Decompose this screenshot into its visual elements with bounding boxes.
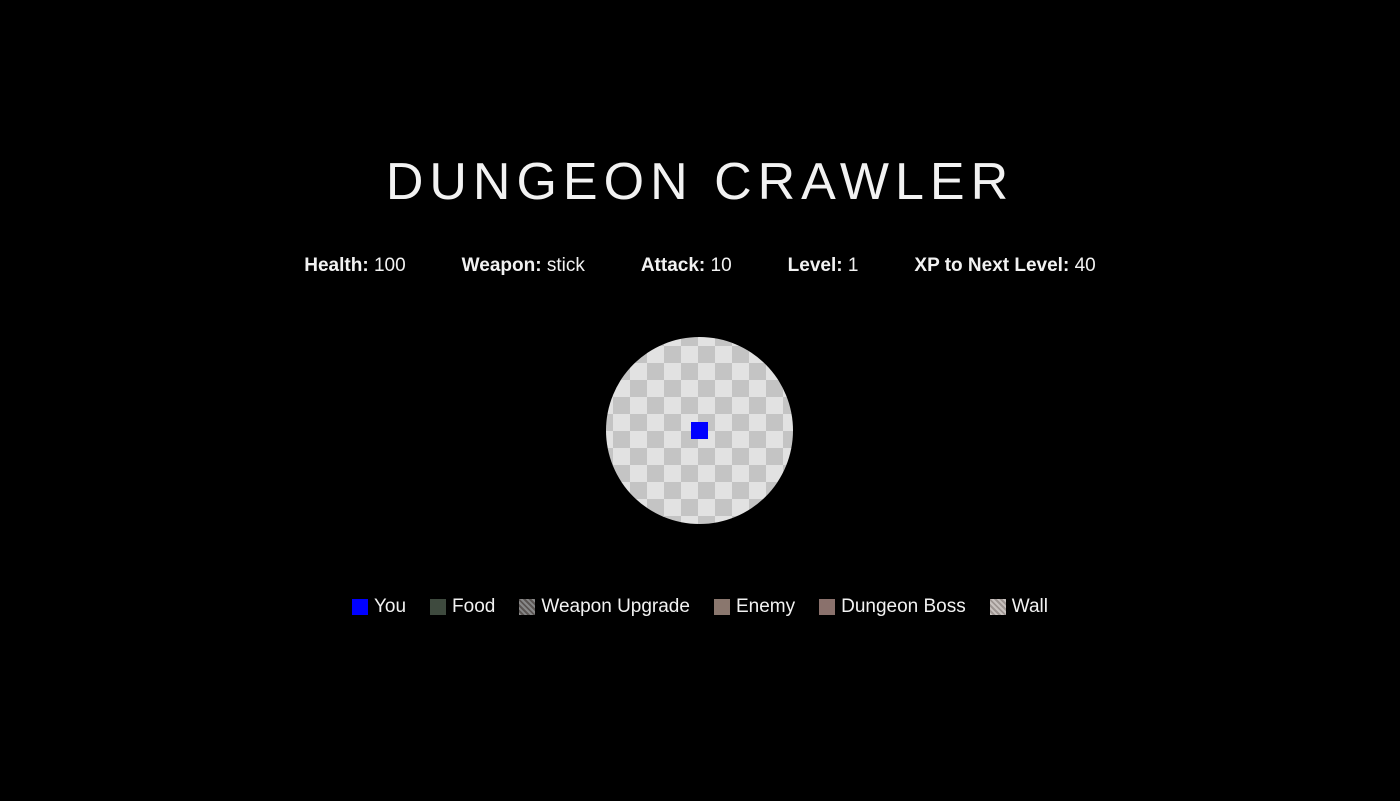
you-swatch-icon [351, 599, 368, 615]
weapon-upgrade-swatch-icon [519, 599, 536, 615]
legend-item-dungeon-boss: Dungeon Boss [819, 595, 966, 619]
legend-item-you: You [351, 595, 407, 619]
stat-xp-value: 40 [1074, 255, 1096, 276]
stat-level-label: Level: [787, 255, 843, 276]
legend-label-dungeon-boss: Dungeon Boss [841, 596, 966, 617]
stat-level-value: 1 [847, 255, 859, 276]
food-swatch-icon [430, 599, 447, 615]
legend-label-wall: Wall [1011, 596, 1048, 617]
legend-item-wall: Wall [989, 595, 1048, 619]
enemy-swatch-icon [713, 599, 730, 615]
stat-level: Level: 1 [788, 254, 859, 278]
stat-health-label: Health: [304, 255, 369, 276]
game-board[interactable] [606, 337, 793, 524]
stat-xp: XP to Next Level: 40 [914, 254, 1095, 278]
stat-xp-label: XP to Next Level: [914, 255, 1070, 276]
stat-weapon-label: Weapon: [461, 255, 542, 276]
legend-label-enemy: Enemy [735, 596, 796, 617]
dungeon-boss-swatch-icon [819, 599, 836, 615]
stat-attack-label: Attack: [640, 255, 706, 276]
stat-weapon-value: stick [546, 255, 585, 276]
stats-bar: Health: 100 Weapon: stick Attack: 10 Lev… [0, 254, 1400, 278]
stat-health: Health: 100 [304, 254, 405, 278]
legend: You Food Weapon Upgrade Enemy Dungeon Bo… [0, 595, 1400, 619]
legend-item-weapon-upgrade: Weapon Upgrade [519, 595, 690, 619]
stat-attack-value: 10 [710, 255, 732, 276]
legend-item-enemy: Enemy [713, 595, 796, 619]
stat-health-value: 100 [373, 255, 406, 276]
legend-label-food: Food [452, 596, 496, 617]
legend-label-weapon-upgrade: Weapon Upgrade [541, 596, 690, 617]
game-title: DUNGEON CRAWLER [385, 153, 1015, 211]
stat-weapon: Weapon: stick [462, 254, 585, 278]
stat-attack: Attack: 10 [641, 254, 732, 278]
wall-swatch-icon [989, 599, 1006, 615]
player-marker [691, 422, 708, 439]
legend-item-food: Food [430, 595, 495, 619]
legend-label-you: You [373, 596, 407, 617]
